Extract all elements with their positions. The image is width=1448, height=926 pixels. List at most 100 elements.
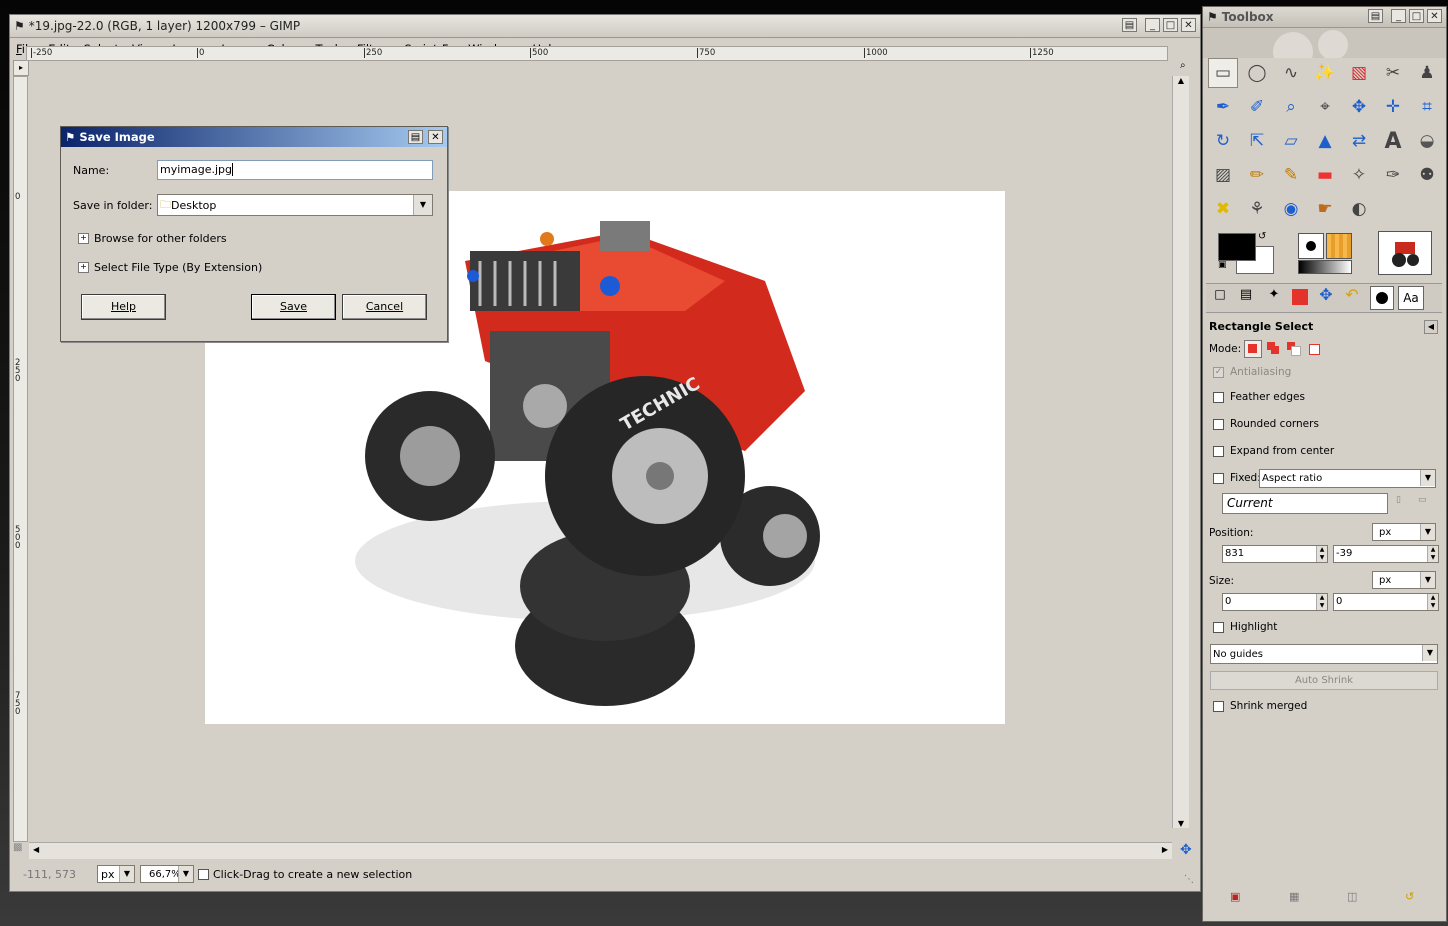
maximize-button[interactable]: □ [1409,9,1424,23]
spin-arrows-icon[interactable]: ▲ ▼ [1316,594,1327,610]
size-height-input[interactable]: 0 ▲ ▼ [1333,593,1439,611]
scroll-up-icon[interactable]: ▲ [1173,76,1189,85]
foreground-color-swatch[interactable] [1218,233,1256,261]
tool-rect-select[interactable]: ▭ [1208,58,1238,88]
spin-arrows-icon[interactable]: ▲ ▼ [1427,594,1438,610]
tool-scale[interactable]: ⇱ [1242,126,1272,156]
tool-eraser[interactable]: ▬ [1310,160,1340,190]
mode-intersect-button[interactable] [1306,341,1322,357]
rounded-corners-option[interactable]: Rounded corners [1213,418,1319,430]
tab-brushes[interactable] [1370,286,1394,310]
menu-icon[interactable]: ▤ [408,130,423,144]
position-x-input[interactable]: 831 ▲ ▼ [1222,545,1328,563]
save-button[interactable]: Save [251,294,336,320]
tool-blur[interactable]: ◉ [1276,194,1306,224]
unit-selector[interactable]: px ▼ [97,865,135,883]
tool-flip[interactable]: ⇄ [1344,126,1374,156]
tool-perspective-clone[interactable]: ⚘ [1242,194,1272,224]
antialiasing-option[interactable]: ✓ Antialiasing [1213,366,1291,378]
minimize-button[interactable]: _ [1391,9,1406,23]
zoom-selector[interactable]: 66,7% ▼ [140,865,194,883]
quick-mask-menu-button[interactable]: ▸ [13,60,29,76]
swap-colors-icon[interactable]: ↺ [1258,231,1266,242]
pattern-selector[interactable] [1326,233,1352,259]
position-unit-selector[interactable]: px ▼ [1372,523,1436,541]
spin-arrows-icon[interactable]: ▲ ▼ [1316,546,1327,562]
toolbox-titlebar[interactable]: ⚑ Toolbox ▤ _ □ ✕ [1203,7,1446,28]
tool-select-by-color[interactable]: ▧ [1344,58,1374,88]
tool-paintbrush[interactable]: ✎ [1276,160,1306,190]
tab-tool-options[interactable]: □ [1210,287,1230,307]
tool-airbrush[interactable]: ✧ [1344,160,1374,190]
close-button[interactable]: ✕ [428,130,443,144]
minimize-button[interactable]: _ [1145,18,1160,32]
tool-pencil[interactable]: ✏ [1242,160,1272,190]
tool-clone[interactable]: ⚉ [1412,160,1442,190]
tool-paths[interactable]: ✒ [1208,92,1238,122]
fixed-value-input[interactable]: Current [1222,493,1388,514]
mode-replace-button[interactable] [1244,340,1263,358]
toggle-quick-mask-icon[interactable]: ▩ [13,842,29,858]
tab-fonts[interactable]: Aa [1398,286,1424,310]
tool-bucket-fill[interactable]: ◒ [1412,126,1442,156]
options-menu-icon[interactable]: ◀ [1424,320,1438,334]
tool-ellipse-select[interactable]: ◯ [1242,58,1272,88]
tool-measure[interactable]: ⌖ [1310,92,1340,122]
restore-options-icon[interactable]: ▦ [1289,890,1299,903]
vertical-ruler[interactable]: 0 250 500 750 [13,76,28,842]
tool-dodge-burn[interactable]: ◐ [1344,194,1374,224]
image-window-titlebar[interactable]: ⚑ *19.jpg-22.0 (RGB, 1 layer) 1200x799 –… [10,15,1200,38]
horizontal-ruler[interactable]: -250 0 250 500 750 1000 1250 [26,46,1168,61]
file-type-expander[interactable]: + Select File Type (By Extension) [78,261,262,274]
cancel-button[interactable]: Cancel [342,294,427,320]
dialog-titlebar[interactable]: ⚑ Save Image ▤ ✕ [61,127,447,147]
portrait-icon[interactable]: ▯ [1396,495,1410,511]
position-y-input[interactable]: -39 ▲ ▼ [1333,545,1439,563]
tool-text[interactable]: A [1378,126,1408,156]
highlight-option[interactable]: Highlight [1213,621,1277,633]
gradient-selector[interactable] [1298,260,1352,274]
scroll-right-icon[interactable]: ▶ [1162,845,1168,854]
filename-input[interactable]: myimage.jpg [157,160,433,180]
fixed-mode-selector[interactable]: Aspect ratio ▼ [1259,469,1436,488]
feather-edges-option[interactable]: Feather edges [1213,391,1305,403]
delete-options-icon[interactable]: ◫ [1347,890,1357,903]
default-colors-icon[interactable]: ▣ [1218,260,1227,270]
zoom-image-icon[interactable]: ⌕ [1180,60,1196,74]
active-image-thumbnail[interactable] [1378,231,1432,275]
expand-from-center-option[interactable]: Expand from center [1213,445,1334,457]
help-button[interactable]: Help [81,294,166,320]
fixed-option[interactable]: Fixed: [1213,472,1261,484]
tool-align[interactable]: ✛ [1378,92,1408,122]
tool-scissors[interactable]: ✂ [1378,58,1408,88]
tab-undo-history[interactable]: ↶ [1342,285,1362,305]
horizontal-scrollbar[interactable]: ◀ ▶ [29,842,1172,859]
tab-navigation[interactable]: ✥ [1316,285,1336,305]
size-width-input[interactable]: 0 ▲ ▼ [1222,593,1328,611]
tool-move[interactable]: ✥ [1344,92,1374,122]
scroll-left-icon[interactable]: ◀ [33,845,39,854]
folder-selector[interactable]: 🗀 Desktop ▼ [157,194,433,216]
shrink-merged-option[interactable]: Shrink merged [1213,700,1307,712]
size-unit-selector[interactable]: px ▼ [1372,571,1436,589]
vertical-scrollbar[interactable]: ▲ ▼ [1172,76,1189,828]
scroll-down-icon[interactable]: ▼ [1173,819,1189,828]
guides-selector[interactable]: No guides ▼ [1210,644,1438,664]
mode-add-button[interactable] [1266,341,1282,357]
tool-free-select[interactable]: ∿ [1276,58,1306,88]
mode-subtract-button[interactable] [1286,341,1302,357]
resize-grip-icon[interactable]: ⋱ [1184,874,1194,885]
browse-folders-expander[interactable]: + Browse for other folders [78,232,227,245]
tool-heal[interactable]: ✖ [1208,194,1238,224]
navigate-icon[interactable]: ✥ [1180,842,1198,858]
brush-selector[interactable] [1298,233,1324,259]
menu-icon[interactable]: ▤ [1122,18,1137,32]
close-button[interactable]: ✕ [1181,18,1196,32]
landscape-icon[interactable]: ▭ [1418,495,1436,511]
tool-color-picker[interactable]: ✐ [1242,92,1272,122]
tool-crop[interactable]: ⌗ [1412,92,1442,122]
tool-shear[interactable]: ▱ [1276,126,1306,156]
reset-options-icon[interactable]: ↺ [1405,890,1414,903]
tool-smudge[interactable]: ☛ [1310,194,1340,224]
auto-shrink-button[interactable]: Auto Shrink [1210,671,1438,690]
